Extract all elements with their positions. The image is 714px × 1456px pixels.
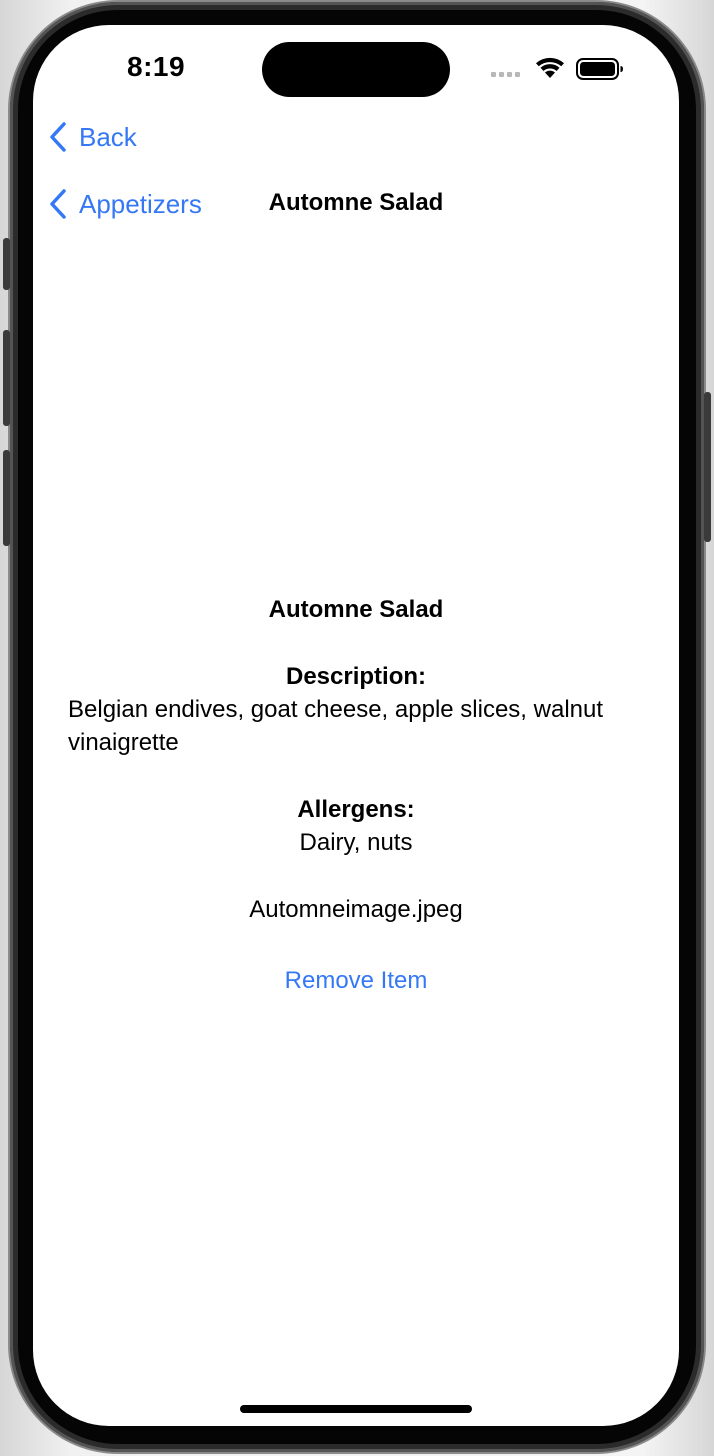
allergens-text: Dairy, nuts <box>299 829 413 856</box>
power-button <box>704 392 711 542</box>
dynamic-island <box>262 42 450 97</box>
back-button-label: Back <box>79 121 137 152</box>
battery-icon <box>576 58 623 80</box>
cellular-signal-icon <box>491 72 520 77</box>
item-detail: Automne Salad Description: Belgian endiv… <box>68 593 644 997</box>
status-time: 8:19 <box>127 51 186 82</box>
allergens-label: Allergens: <box>297 796 415 823</box>
action-button <box>3 238 10 290</box>
remove-item-button[interactable]: Remove Item <box>68 964 644 997</box>
image-filename: Automneimage.jpeg <box>249 896 463 923</box>
description-label: Description: <box>285 663 426 690</box>
home-indicator <box>240 1405 472 1413</box>
volume-up-button <box>3 330 10 426</box>
back-button[interactable]: Back <box>49 121 137 153</box>
volume-down-button <box>3 450 10 546</box>
navigation-title: Automne Salad <box>268 189 444 216</box>
description-text: Belgian endives, goat cheese, apple slic… <box>68 696 604 756</box>
chevron-left-icon <box>50 122 66 152</box>
device-screen: 8:19 Back Appetizers Automne Salad Autom… <box>33 25 679 1426</box>
item-name: Automne Salad <box>268 596 444 623</box>
wifi-icon <box>536 57 564 78</box>
